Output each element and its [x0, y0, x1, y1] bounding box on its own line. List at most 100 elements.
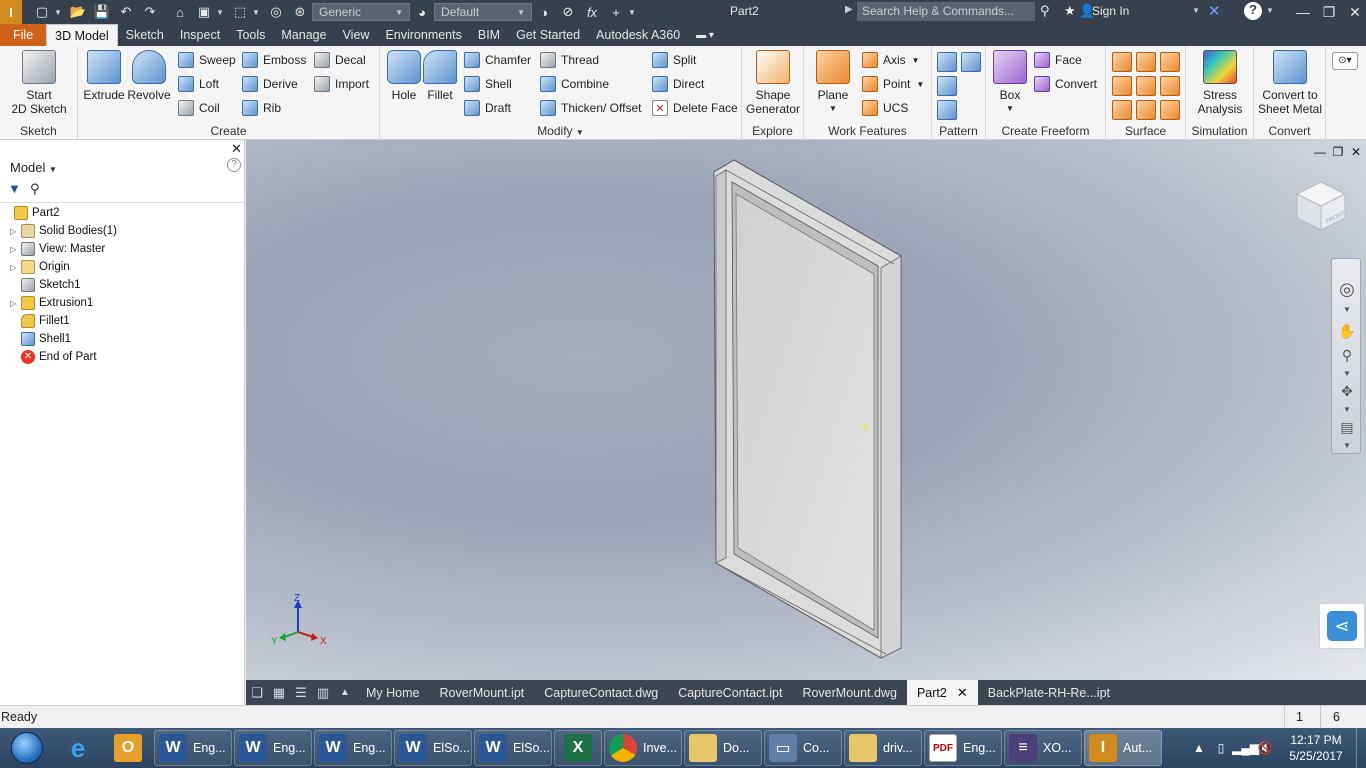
open-icon[interactable]: 📂 [68, 2, 88, 22]
material-combo[interactable]: Generic ▼ [312, 3, 410, 21]
doc-tab-backplate[interactable]: BackPlate-RH-Re...ipt [978, 680, 1120, 705]
image-dropdown-icon[interactable]: ▼ [216, 8, 224, 17]
mirror-icon[interactable] [961, 52, 981, 72]
image-icon[interactable]: ▣ [194, 2, 214, 22]
close-icon[interactable]: ✕ [1342, 2, 1366, 22]
tab-tools[interactable]: Tools [228, 24, 273, 46]
taskbar-outlook[interactable]: O [104, 730, 152, 766]
chevron-down-icon[interactable]: ▼ [1337, 435, 1357, 455]
help-icon[interactable]: ? [1244, 2, 1262, 20]
tab-view[interactable]: View [335, 24, 378, 46]
doc-tab-my-home[interactable]: My Home [356, 680, 429, 705]
shell-button[interactable]: Shell [464, 74, 512, 94]
clock[interactable]: 12:17 PM 5/25/2017 [1276, 732, 1356, 764]
tab-get-started[interactable]: Get Started [508, 24, 588, 46]
model-3d-shelled-plate[interactable] [246, 140, 1366, 680]
box-button[interactable]: Box ▼ [990, 50, 1030, 116]
tab-3d-model[interactable]: 3D Model [46, 24, 118, 46]
delete-surface-icon[interactable] [1136, 76, 1156, 96]
chevron-down-icon[interactable]: ▼ [1337, 299, 1357, 319]
appearance-combo[interactable]: Default ▼ [434, 3, 532, 21]
show-hidden-icons-icon[interactable]: ▲ [1188, 741, 1210, 755]
shape-generator-button[interactable]: Shape Generator [744, 50, 802, 116]
save-icon[interactable]: 💾 [92, 2, 112, 22]
tree-item-end-of-part[interactable]: ✕ End of Part [21, 348, 97, 366]
close-icon[interactable]: ✕ [231, 141, 242, 157]
repair-icon[interactable] [1160, 100, 1180, 120]
thread-button[interactable]: Thread [540, 50, 599, 70]
select-icon[interactable]: ⬚ [230, 2, 250, 22]
tree-item-view-master[interactable]: ▷ View: Master [10, 240, 105, 258]
pan-hand-icon[interactable]: ✋ [1337, 321, 1357, 341]
orbit-icon[interactable]: ✥ [1337, 381, 1357, 401]
clear-appearance-icon[interactable]: ⊘ [558, 2, 578, 22]
undo-icon[interactable]: ↶ [116, 2, 136, 22]
ribbon-expand-button[interactable]: ⊙▾ [1332, 52, 1358, 70]
taskbar-item-word-3[interactable]: W Eng... [314, 730, 392, 766]
loft-button[interactable]: Loft [178, 74, 219, 94]
close-icon[interactable]: ✕ [957, 685, 968, 701]
tree-item-shell1[interactable]: Shell1 [21, 330, 71, 348]
battery-icon[interactable]: ▯ [1210, 741, 1232, 755]
tab-sketch[interactable]: Sketch [118, 24, 172, 46]
chevron-down-icon[interactable]: ▼ [1266, 6, 1274, 15]
sign-in-link[interactable]: Sign In [1092, 4, 1129, 18]
sweep-button[interactable]: Sweep [178, 50, 236, 70]
fillet-button[interactable]: Fillet [422, 50, 458, 102]
doc-tab-capturecontact-dwg[interactable]: CaptureContact.dwg [534, 680, 668, 705]
taskbar-item-word-2[interactable]: W Eng... [234, 730, 312, 766]
draft-button[interactable]: Draft [464, 98, 511, 118]
new-icon[interactable]: ▢ [32, 2, 52, 22]
coil-button[interactable]: Coil [178, 98, 220, 118]
graphics-viewport[interactable]: — ❐ ✕ Z X Y FRONT ◎ ▼ ✋ ⚲ ▼ ✥ ▼ ▤ ▼ ⋖ [246, 140, 1366, 680]
ribbon-options-icon[interactable]: ▬ ▾ [688, 24, 722, 46]
chevron-down-icon[interactable]: ▼ [1337, 399, 1357, 419]
face-button[interactable]: Face [1034, 50, 1082, 70]
sculpt-icon[interactable] [1136, 52, 1156, 72]
chevron-down-icon[interactable]: ▼ [1192, 6, 1200, 15]
update-icon[interactable]: ◎ [266, 2, 286, 22]
minimize-icon[interactable]: — [1290, 2, 1316, 22]
help-icon[interactable]: ? [227, 158, 241, 172]
delete-face-button[interactable]: ✕ Delete Face [652, 98, 738, 118]
taskbar-item-word-4[interactable]: W ElSo... [394, 730, 472, 766]
search-input[interactable]: Search Help & Commands... [857, 2, 1035, 21]
thicken-surface-icon[interactable] [1136, 100, 1156, 120]
expand-icon[interactable]: ▷ [10, 299, 18, 308]
filter-icon[interactable]: ▼ [8, 181, 21, 196]
taskbar-item-xo[interactable]: ≡ XO... [1004, 730, 1082, 766]
volume-muted-icon[interactable]: 🔇 [1254, 741, 1276, 755]
tree-item-origin[interactable]: ▷ Origin [10, 258, 70, 276]
doc-tab-rovermount-dwg[interactable]: RoverMount.dwg [792, 680, 907, 705]
plane-button[interactable]: Plane ▼ [812, 50, 854, 116]
expand-icon[interactable]: ▷ [10, 227, 18, 236]
taskbar-item-word-1[interactable]: W Eng... [154, 730, 232, 766]
import-button[interactable]: Import [314, 74, 369, 94]
chamfer-button[interactable]: Chamfer [464, 50, 531, 70]
show-desktop-button[interactable] [1356, 728, 1366, 768]
inventor-logo-icon[interactable]: I [0, 0, 22, 24]
document-list-icon[interactable]: ▲ [334, 680, 356, 705]
new-dropdown-icon[interactable]: ▼ [54, 8, 62, 17]
taskbar-item-folder-docs[interactable]: Do... [684, 730, 762, 766]
tab-manage[interactable]: Manage [273, 24, 334, 46]
tab-inspect[interactable]: Inspect [172, 24, 228, 46]
taskbar-item-excel[interactable]: X [554, 730, 602, 766]
tree-item-sketch1[interactable]: Sketch1 [21, 276, 81, 294]
extrude-button[interactable]: Extrude [82, 50, 126, 102]
search-expand-icon[interactable]: ▶ [845, 4, 853, 15]
emboss-button[interactable]: Emboss [242, 50, 306, 70]
expand-icon[interactable]: ▷ [10, 245, 18, 254]
tree-item-fillet1[interactable]: Fillet1 [21, 312, 70, 330]
tab-bim[interactable]: BIM [470, 24, 508, 46]
taskbar-item-computer[interactable]: ▭ Co... [764, 730, 842, 766]
patch-icon[interactable] [1160, 52, 1180, 72]
exchange-apps-icon[interactable]: ✕ [1208, 2, 1228, 22]
start-2d-sketch-button[interactable]: Start 2D Sketch [8, 50, 70, 116]
rib-button[interactable]: Rib [242, 98, 281, 118]
tab-environments[interactable]: Environments [377, 24, 469, 46]
binoculars-icon[interactable]: ⚲ [1040, 3, 1050, 19]
tile-icon[interactable]: ▦ [268, 680, 290, 705]
thicken-offset-button[interactable]: Thicken/ Offset [540, 98, 641, 118]
stress-analysis-button[interactable]: Stress Analysis [1190, 50, 1250, 116]
